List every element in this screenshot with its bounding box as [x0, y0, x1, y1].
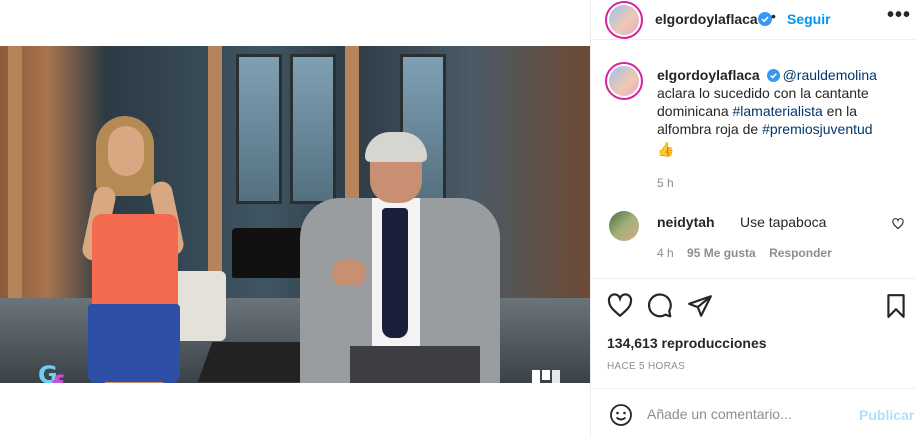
caption-username[interactable]: elgordoylaflaca — [657, 67, 760, 83]
comment-time[interactable]: 4 h — [657, 246, 674, 260]
add-comment-bar: Publicar — [591, 388, 915, 438]
host-woman-legs — [105, 382, 163, 383]
caption-mention[interactable]: @rauldemolina — [783, 67, 877, 83]
comment-like-heart-icon[interactable] — [892, 218, 904, 230]
publish-button[interactable]: Publicar — [859, 407, 914, 423]
caption-hashtag[interactable]: #premiosjuventud — [762, 121, 873, 137]
caption-author-avatar[interactable] — [605, 62, 643, 100]
gf-logo-f: f — [52, 371, 63, 383]
host-man-hand — [332, 260, 366, 286]
post-video[interactable]: G f — [0, 46, 590, 383]
comment-likes[interactable]: 95 Me gusta — [687, 246, 756, 260]
host-woman-top — [92, 214, 178, 309]
caption-hashtag[interactable]: #lamaterialista — [733, 103, 823, 119]
save-bookmark-icon[interactable] — [883, 293, 909, 319]
commenter-avatar[interactable] — [609, 211, 639, 241]
host-man-pants — [350, 346, 480, 383]
caption-timestamp[interactable]: 5 h — [657, 176, 674, 190]
comment-text: Use tapaboca — [740, 214, 827, 230]
view-count[interactable]: 134,613 reproducciones — [607, 335, 767, 351]
univision-logo — [532, 370, 560, 383]
set-window — [290, 54, 336, 204]
host-woman-skirt — [88, 304, 180, 383]
author-username[interactable]: elgordoylaflaca — [655, 11, 758, 27]
comment-item: neidytah Use tapaboca 4 h 95 Me gusta Re… — [605, 210, 910, 260]
emoji-icon[interactable] — [609, 403, 633, 427]
post-header: elgordoylaflaca • Seguir ••• — [591, 0, 915, 40]
separator-dot: • — [771, 8, 776, 24]
set-beam — [8, 46, 22, 306]
comment-meta: 4 h 95 Me gusta Responder — [657, 246, 842, 260]
host-woman-face — [108, 126, 144, 176]
post-details-panel: elgordoylaflaca • Seguir ••• elgordoylaf… — [590, 0, 915, 438]
post-date[interactable]: HACE 5 HORAS — [607, 361, 685, 372]
like-heart-icon[interactable] — [607, 293, 633, 319]
reply-button[interactable]: Responder — [769, 246, 832, 260]
comment-input[interactable] — [647, 401, 847, 427]
post-actions: 134,613 reproducciones HACE 5 HORAS — [591, 278, 915, 388]
author-avatar[interactable] — [605, 1, 643, 39]
commenter-username[interactable]: neidytah — [657, 214, 715, 230]
verified-badge-icon — [766, 69, 780, 82]
comment-bubble-icon[interactable] — [647, 293, 673, 319]
set-beam — [208, 46, 222, 306]
verified-badge-icon — [758, 12, 772, 26]
caption-text: elgordoylaflaca @rauldemolina aclara lo … — [657, 66, 897, 158]
caption-emoji: 👍 — [657, 141, 675, 157]
set-window — [236, 54, 282, 204]
host-man-tie — [382, 208, 408, 338]
gf-logo: G f — [38, 361, 74, 383]
more-options-icon[interactable]: ••• — [887, 4, 911, 27]
share-paper-plane-icon[interactable] — [687, 293, 713, 319]
follow-button[interactable]: Seguir — [787, 11, 831, 27]
